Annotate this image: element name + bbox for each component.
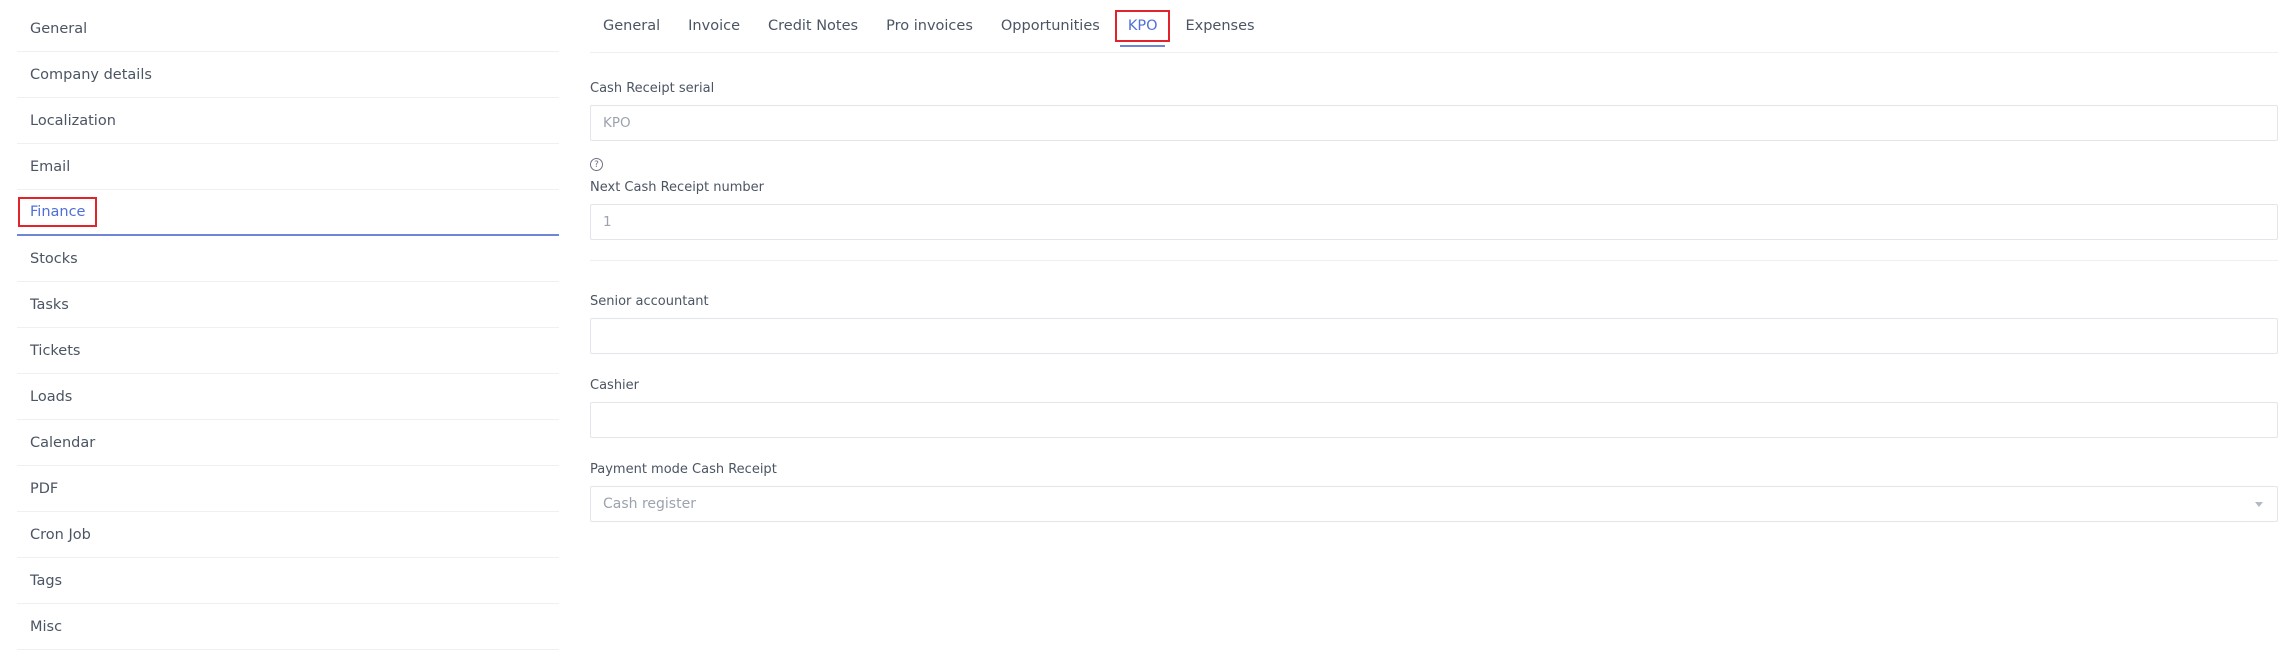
kpo-settings-form: Cash Receipt serial ? Next Cash Receipt …: [590, 53, 2278, 522]
tab-pro-invoices[interactable]: Pro invoices: [873, 10, 986, 42]
next-cash-receipt-number-input[interactable]: [590, 204, 2278, 240]
senior-accountant-input[interactable]: [590, 318, 2278, 354]
tab-opportunities[interactable]: Opportunities: [988, 10, 1113, 42]
sidebar-item-loads[interactable]: Loads: [17, 374, 559, 420]
sidebar-item-company-details[interactable]: Company details: [17, 52, 559, 98]
tab-general[interactable]: General: [590, 10, 673, 42]
tab-credit-notes[interactable]: Credit Notes: [755, 10, 871, 42]
next-cash-receipt-number-label: Next Cash Receipt number: [590, 180, 765, 195]
sidebar-item-cron-job[interactable]: Cron Job: [17, 512, 559, 558]
payment-mode-select[interactable]: Cash register: [590, 486, 2278, 522]
sidebar-item-finance[interactable]: Finance: [17, 190, 559, 236]
tab-kpo[interactable]: KPO: [1114, 10, 1171, 47]
payment-mode-selected-value: Cash register: [603, 496, 696, 512]
sidebar-item-label: Misc: [30, 618, 63, 635]
sidebar-item-misc[interactable]: Misc: [17, 604, 559, 650]
finance-settings-panel: General Invoice Credit Notes Pro invoice…: [590, 0, 2278, 522]
sidebar-item-label: General: [30, 20, 88, 37]
sidebar-item-label: Tickets: [30, 342, 81, 359]
sidebar-item-label: Tasks: [30, 296, 69, 313]
chevron-down-icon: [2255, 501, 2263, 507]
sidebar-item-label: PDF: [30, 480, 59, 497]
sidebar-item-tasks[interactable]: Tasks: [17, 282, 559, 328]
payment-mode-label: Payment mode Cash Receipt: [590, 462, 777, 477]
sidebar-item-general[interactable]: General: [17, 6, 559, 52]
sidebar-item-label: Calendar: [30, 434, 96, 451]
sidebar-item-pdf[interactable]: PDF: [17, 466, 559, 512]
sidebar-item-label: Localization: [30, 112, 116, 129]
sidebar-item-localization[interactable]: Localization: [17, 98, 559, 144]
settings-sidebar: General Company details Localization Ema…: [17, 6, 559, 650]
sidebar-item-label: Email: [30, 158, 71, 175]
sidebar-item-label: Company details: [30, 66, 152, 83]
senior-accountant-label: Senior accountant: [590, 294, 709, 309]
sidebar-item-stocks[interactable]: Stocks: [17, 236, 559, 282]
finance-tabs: General Invoice Credit Notes Pro invoice…: [590, 0, 2278, 53]
tab-expenses[interactable]: Expenses: [1172, 10, 1267, 42]
sidebar-item-email[interactable]: Email: [17, 144, 559, 190]
sidebar-item-label: Tags: [30, 572, 63, 589]
cash-receipt-serial-input[interactable]: [590, 105, 2278, 141]
section-divider: [590, 260, 2278, 261]
cashier-input[interactable]: [590, 402, 2278, 438]
sidebar-item-label: Cron Job: [30, 526, 91, 543]
sidebar-item-calendar[interactable]: Calendar: [17, 420, 559, 466]
sidebar-item-label: Stocks: [30, 250, 78, 267]
question-circle-icon[interactable]: ?: [590, 158, 603, 171]
sidebar-item-label: Finance: [17, 197, 98, 227]
cashier-label: Cashier: [590, 378, 640, 393]
sidebar-item-tags[interactable]: Tags: [17, 558, 559, 604]
sidebar-item-tickets[interactable]: Tickets: [17, 328, 559, 374]
sidebar-item-label: Loads: [30, 388, 73, 405]
cash-receipt-serial-label: Cash Receipt serial: [590, 81, 715, 96]
tab-invoice[interactable]: Invoice: [675, 10, 753, 42]
